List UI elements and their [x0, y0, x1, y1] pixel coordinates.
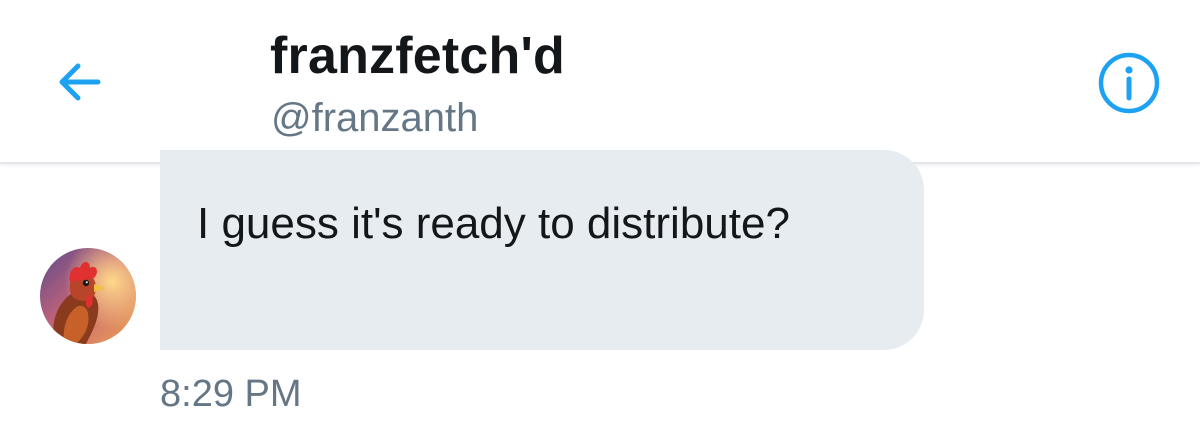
conversation-handle: @franzanth [271, 96, 479, 140]
info-icon [1098, 52, 1160, 114]
conversation-title: franzfetch'd [270, 27, 566, 85]
back-button[interactable] [52, 54, 108, 110]
avatar[interactable] [40, 248, 136, 344]
rooster-avatar [40, 248, 136, 344]
arrow-left-icon [59, 63, 101, 101]
conversation-header: franzfetch'd @franzanth [0, 0, 1200, 164]
dm-conversation-screen: franzfetch'd @franzanth I guess it's rea… [0, 0, 1200, 429]
message-timestamp: 8:29 PM [160, 373, 302, 415]
message-text: I guess it's ready to distribute? [197, 199, 790, 248]
info-button[interactable] [1096, 50, 1162, 116]
